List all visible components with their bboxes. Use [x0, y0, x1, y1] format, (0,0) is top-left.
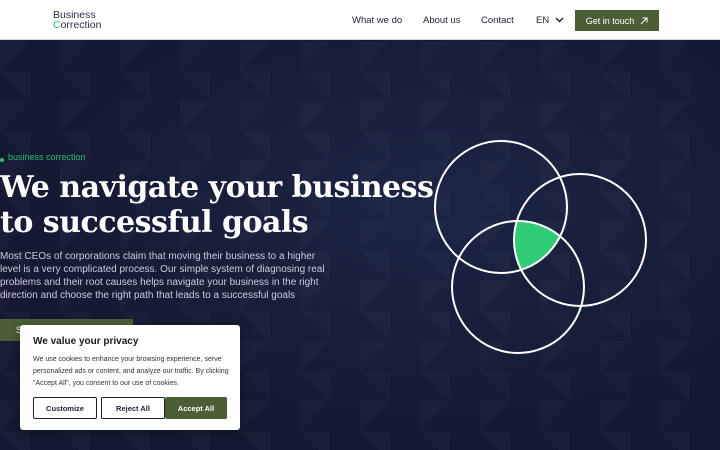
nav-label: Contact: [481, 14, 514, 26]
language-label: EN: [536, 14, 550, 26]
hero-eyebrow: business correction: [0, 152, 86, 162]
nav-item-what-we-do[interactable]: What we do: [352, 0, 402, 40]
nav-label: What we do: [352, 14, 403, 26]
venn-diagram-icon: [434, 140, 647, 354]
hero-description: Most CEOs of corporations claim that mov…: [0, 251, 325, 301]
language-selector[interactable]: EN: [536, 0, 564, 40]
nav-label: About us: [423, 14, 461, 26]
venn-circle-top-left: [434, 140, 568, 274]
nav-item-contact[interactable]: Contact: [481, 0, 514, 40]
reject-all-button[interactable]: Reject All: [101, 397, 165, 419]
customize-button[interactable]: Customize: [33, 397, 97, 419]
logo-accent-letter: C: [53, 19, 61, 31]
cookie-consent-dialog: We value your privacy We use cookies to …: [20, 325, 240, 430]
hero-title-line2: to successful goals: [0, 205, 309, 240]
chevron-down-icon: [555, 17, 564, 23]
logo[interactable]: Business Correction: [53, 10, 102, 31]
get-in-touch-button[interactable]: Get in touch: [575, 10, 659, 31]
cookie-title: We value your privacy: [33, 336, 139, 347]
hero-title: We navigate your business to successful …: [0, 170, 434, 240]
cta-label: Get in touch: [585, 15, 635, 26]
logo-line2-rest: orrection: [60, 19, 102, 31]
eyebrow-text: business correction: [8, 152, 86, 162]
accept-all-button[interactable]: Accept All: [165, 397, 227, 419]
eyebrow-dot: [0, 158, 4, 162]
logo-line2: Correction: [53, 19, 102, 31]
hero-title-line1: We navigate your business: [0, 170, 434, 205]
site-header: Business Correction What we do About us …: [0, 0, 720, 40]
arrow-up-right-icon: [640, 17, 648, 24]
nav-item-about-us[interactable]: About us: [423, 0, 461, 40]
cookie-text: We use cookies to enhance your browsing …: [33, 356, 229, 387]
